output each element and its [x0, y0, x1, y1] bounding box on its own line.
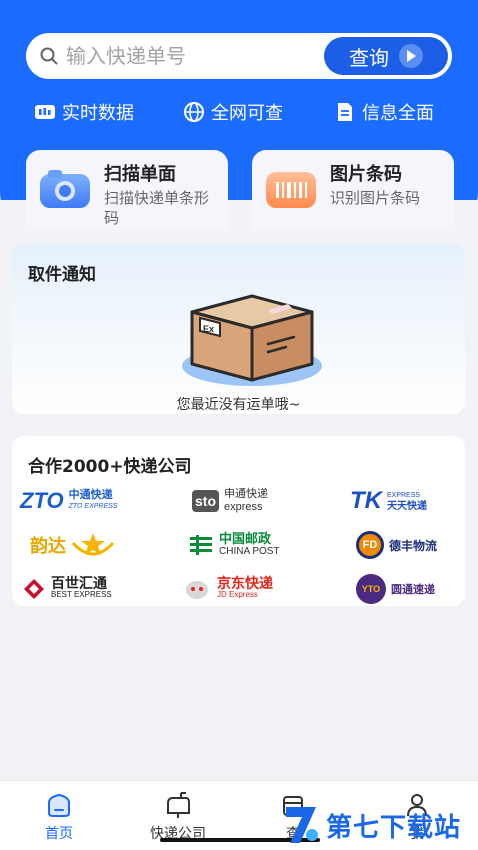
logo-sub: express	[224, 501, 263, 513]
logo-name: 申通快递	[224, 488, 268, 500]
logo-name: 中通快递	[68, 489, 113, 501]
logo-name: 天天快递	[387, 501, 427, 512]
feature-label: 实时数据	[62, 103, 134, 124]
query-button-label: 查询	[349, 45, 389, 70]
partner-logo-yto[interactable]: YTO 圆通速递	[356, 572, 435, 606]
logo-sub: CHINA POST	[219, 546, 280, 557]
tab-label: 首页	[45, 826, 73, 842]
barcode-icon	[266, 172, 316, 208]
yunda-star-icon	[71, 533, 115, 556]
watermark-text: 第七下载站	[326, 812, 462, 843]
logo-sub: EXPRESS	[387, 492, 421, 499]
logo-sub: ZTO EXPRESS	[68, 503, 118, 510]
logo-mark: FD	[356, 531, 384, 559]
play-icon	[399, 44, 423, 68]
tab-home[interactable]: 首页	[14, 791, 104, 843]
feature-complete-info: 信息全面	[334, 96, 434, 128]
tracking-number-input[interactable]	[66, 42, 306, 70]
watermark-logo-icon	[286, 807, 318, 843]
logo-name: 圆通速递	[391, 584, 435, 596]
logo-name: 韵达	[30, 536, 66, 556]
document-icon	[338, 103, 352, 121]
search-bar: 查询	[26, 33, 452, 79]
scan-waybill-card[interactable]: 扫描单面 扫描快递单条形码	[26, 150, 228, 230]
feature-row: 实时数据 全网可查 信息全面	[0, 96, 478, 128]
card-title: 图片条码	[330, 164, 402, 185]
logo-mark: TK	[350, 487, 382, 514]
feature-network-query: 全网可查	[183, 96, 283, 128]
partner-logo-yunda[interactable]: 韵达	[30, 528, 115, 562]
data-chart-icon	[35, 105, 55, 119]
empty-shipment-text: 您最近没有运单哦~	[176, 397, 301, 413]
logo-mark: ZTO	[20, 488, 64, 513]
query-button[interactable]: 查询	[324, 37, 448, 75]
logo-name: 德丰物流	[389, 538, 438, 553]
partner-logo-jd[interactable]: 京东快递 JD Express	[182, 572, 273, 606]
logo-name: 京东快递	[217, 575, 273, 591]
partner-logo-china-post[interactable]: 中国邮政 CHINA POST	[188, 528, 280, 562]
search-icon	[40, 47, 58, 65]
home-icon	[48, 793, 70, 817]
partner-logo-zto[interactable]: ZTO 中通快递 ZTO EXPRESS	[20, 484, 117, 518]
pickup-notice-title: 取件通知	[28, 265, 96, 285]
partner-logo-best[interactable]: 百世汇通 BEST EXPRESS	[22, 572, 112, 606]
pickup-notice-panel: 取件通知 Ex 您最近没有运单哦~	[12, 244, 465, 414]
card-subtitle: 识别图片条码	[330, 189, 421, 207]
feature-label: 信息全面	[362, 103, 434, 124]
mailbox-icon	[167, 792, 190, 818]
partners-title: 合作2000+快递公司	[28, 457, 192, 477]
logo-name: 中国邮政	[219, 531, 272, 546]
image-barcode-card[interactable]: 图片条码 识别图片条码	[252, 150, 454, 230]
china-post-icon	[190, 535, 212, 555]
site-watermark: 第七下载站	[282, 800, 478, 850]
logo-mark: sto	[192, 490, 219, 512]
box-label: Ex	[203, 324, 214, 334]
best-express-icon	[24, 579, 44, 599]
jd-dog-icon	[186, 581, 208, 599]
partner-logo-tiantian[interactable]: TK EXPRESS 天天快递	[350, 484, 427, 518]
card-title: 扫描单面	[104, 164, 176, 185]
feature-realtime-data: 实时数据	[34, 96, 134, 128]
partner-companies-panel: 合作2000+快递公司 ZTO 中通快递 ZTO EXPRESS sto 申通快…	[12, 436, 465, 606]
camera-icon	[40, 170, 90, 208]
logo-sub: JD Express	[217, 590, 258, 599]
card-subtitle: 扫描快递单条形码	[104, 189, 210, 227]
feature-label: 全网可查	[211, 103, 283, 124]
globe-icon	[184, 102, 204, 122]
partner-logo-defeng[interactable]: FD 德丰物流	[356, 528, 437, 562]
logo-name: 百世汇通	[51, 575, 107, 591]
logo-mark: YTO	[356, 574, 386, 604]
logo-sub: BEST EXPRESS	[51, 590, 112, 599]
empty-box-illustration: Ex	[182, 294, 322, 386]
tab-courier-companies[interactable]: 快递公司	[133, 791, 223, 843]
partner-logo-sto[interactable]: sto 申通快递 express	[192, 484, 268, 518]
